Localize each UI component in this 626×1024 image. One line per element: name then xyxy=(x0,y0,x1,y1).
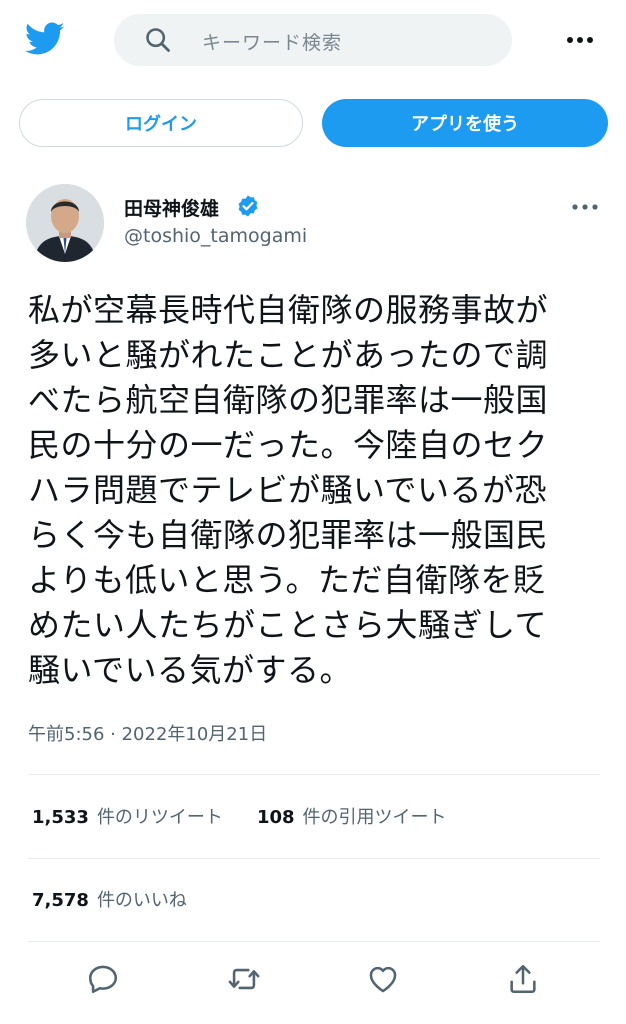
login-button[interactable]: ログイン xyxy=(19,99,303,147)
retweet-icon[interactable] xyxy=(227,962,261,996)
search-bar[interactable]: キーワード検索 xyxy=(114,14,512,66)
tweet-text: 私が空幕長時代自衛隊の服務事故が 多いと騒がれたことがあったので調 べたら航空自… xyxy=(28,288,603,693)
search-input[interactable]: キーワード検索 xyxy=(202,28,342,55)
tweet-text-line: 民の十分の一だった。今陸自のセク xyxy=(28,426,549,464)
retweet-quote-stats: 1,533 件のリツイート 108 件の引用ツイート xyxy=(32,803,481,833)
search-icon xyxy=(146,28,170,52)
tweet-text-line: 私が空幕長時代自衛隊の服務事故が xyxy=(28,291,549,329)
tweet-more-icon[interactable] xyxy=(568,197,602,217)
more-icon[interactable] xyxy=(562,30,598,50)
divider xyxy=(28,774,600,775)
quote-count[interactable]: 108 xyxy=(257,807,295,828)
tweet-text-line: らく今も自衛隊の犯罪率は一般国民 xyxy=(28,516,549,554)
tweet-text-line: ハラ問題でテレビが騒いでいるが恐 xyxy=(28,471,548,509)
tweet-text-line: よりも低いと思う。ただ自衛隊を貶 xyxy=(28,561,546,599)
top-bar: キーワード検索 xyxy=(0,0,626,82)
avatar[interactable] xyxy=(26,184,104,262)
quote-label[interactable]: 件の引用ツイート xyxy=(303,803,447,829)
author-name[interactable]: 田母神俊雄 xyxy=(124,194,219,221)
reply-icon[interactable] xyxy=(86,962,120,996)
share-icon[interactable] xyxy=(506,962,540,996)
use-app-button[interactable]: アプリを使う xyxy=(322,99,608,147)
retweet-count[interactable]: 1,533 xyxy=(32,807,89,828)
divider xyxy=(28,941,600,942)
like-label[interactable]: 件のいいね xyxy=(97,886,187,912)
like-icon[interactable] xyxy=(366,962,400,996)
tweet-text-line: 多いと騒がれたことがあったので調 xyxy=(28,336,549,374)
tweet-timestamp[interactable]: 午前5:56 · 2022年10月21日 xyxy=(28,720,267,746)
twitter-logo-icon[interactable] xyxy=(25,22,65,56)
tweet-text-line: 騒いでいる気がする。 xyxy=(28,651,353,689)
tweet-text-line: めたい人たちがことさら大騒ぎして xyxy=(28,606,548,644)
like-count[interactable]: 7,578 xyxy=(32,890,89,911)
author-handle[interactable]: @toshio_tamogami xyxy=(124,225,307,247)
divider xyxy=(28,858,600,859)
retweet-label[interactable]: 件のリツイート xyxy=(97,803,223,829)
tweet-text-line: べたら航空自衛隊の犯罪率は一般国 xyxy=(28,381,549,419)
verified-badge-icon xyxy=(238,195,258,217)
like-stats: 7,578 件のいいね xyxy=(32,886,221,916)
